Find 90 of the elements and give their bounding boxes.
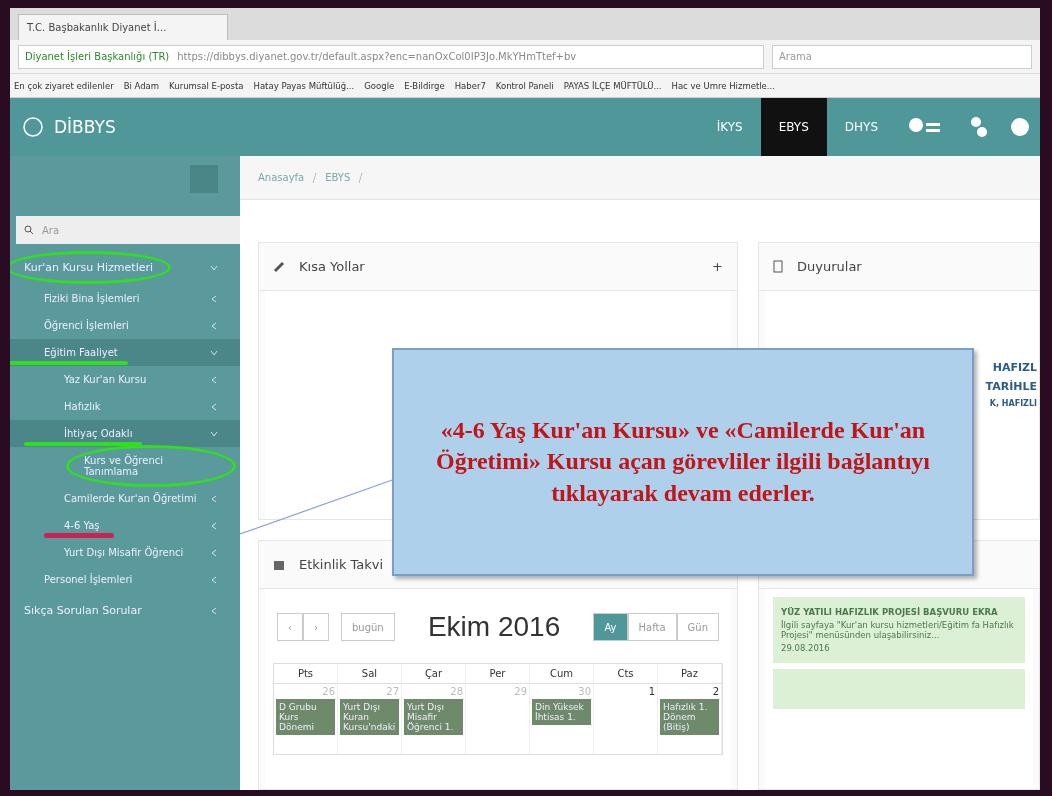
chevron-icon — [210, 429, 218, 438]
chevron-icon — [210, 402, 218, 411]
card-title: YÜZ YATILI HAFIZLIK PROJESİ BAŞVURU EKRA — [781, 607, 999, 617]
day-number: 29 — [514, 686, 527, 697]
sidebar-item[interactable]: Hafızlık — [10, 393, 240, 420]
breadcrumb-link[interactable]: EBYS — [325, 172, 351, 183]
announcement-text: TARİHLE — [985, 380, 1037, 393]
callout-text: «4-6 Yaş Kur'an Kursu» ve «Camilerde Kur'an Öğretimi» Kursu açan görevliler ilgili bağlantıyı tıklayarak devam ederler. — [435, 416, 931, 508]
sidebar-item[interactable]: Sıkça Sorulan Sorular — [10, 593, 240, 628]
sidebar-item[interactable]: Kur'an Kursu Hizmetleri — [10, 250, 240, 285]
pen-underline — [44, 533, 114, 538]
separator-icon — [312, 172, 318, 183]
bookmark[interactable]: Hatay Payas Müftülüğ... — [253, 80, 355, 91]
card-text: İlgili sayfaya "Kur'an kursu hizmetleri/Eğitim fa Hafızlık Projesi" menüsünden ulaşabilirsiniz... — [781, 620, 1015, 640]
weekday-header: Çar — [402, 664, 466, 684]
view-tab[interactable]: Hafta — [627, 613, 677, 641]
calendar-event[interactable]: Yurt Dışı Kuran Kursu'ndaki — [340, 699, 399, 735]
nav-tab[interactable]: DHYS — [826, 98, 896, 156]
day-number: 2 — [712, 686, 719, 697]
bookmark[interactable]: PAYAS İLÇE MÜFTÜLÜ... — [563, 80, 662, 91]
today-button[interactable]: bugün — [341, 613, 395, 641]
sidebar-item[interactable]: Eğitim Faaliyet — [10, 339, 240, 366]
next-button[interactable]: › — [303, 613, 329, 641]
bookmark[interactable]: Hac ve Umre Hizmetle... — [671, 80, 775, 91]
panel-title: Etkinlik Takvi — [299, 557, 384, 572]
sidebar-item[interactable]: Camilerde Kur'an Öğretimi — [10, 485, 240, 512]
panel-title: Duyurular — [797, 259, 862, 274]
chevron-icon — [210, 321, 218, 330]
bookmark[interactable]: E-Bildirge — [404, 80, 445, 91]
chevron-icon — [210, 263, 218, 272]
weekday-header: Paz — [658, 664, 722, 684]
calendar-event[interactable]: Yurt Dışı Misafir Öğrenci 1. — [404, 699, 463, 735]
calendar-event[interactable]: D Grubu Kurs Dönemi — [276, 699, 335, 735]
address-bar[interactable]: Diyanet İşleri Başkanlığı (TR) https://dibbys.diyanet.gov.tr/default.aspx?enc=nanOxCol0IP3Jo.MkYHmTtef+bv — [18, 44, 764, 69]
bookmark[interactable]: Kurumsal E-posta — [169, 80, 244, 91]
search-icon — [24, 225, 34, 235]
bookmark[interactable]: Kontrol Paneli — [495, 80, 554, 91]
browser-tab[interactable]: T.C. Başbakanlık Diyanet İ... — [18, 14, 228, 40]
breadcrumb-link[interactable]: Anasayfa — [258, 172, 305, 183]
chevron-icon — [210, 606, 218, 615]
previous-button[interactable]: ‹ — [277, 613, 303, 641]
search-field[interactable]: Arama — [772, 44, 1032, 69]
chevron-icon — [210, 521, 218, 530]
calendar-month: Ekim 2016 — [427, 611, 561, 643]
url-text: https://dibbys.diyanet.gov.tr/default.aspx?enc=nanOxCol0IP3Jo.MkYHmTtef+bv — [177, 51, 577, 62]
bookmark[interactable]: Haber7 — [454, 80, 486, 91]
bookmark[interactable]: Bi Adam — [123, 80, 160, 91]
app-logo: DİBBYS — [54, 117, 116, 137]
day-number: 28 — [450, 686, 463, 697]
weekday-header: Cum — [530, 664, 594, 684]
day-number: 1 — [648, 686, 655, 697]
day-number: 26 — [322, 686, 335, 697]
card-date: 29.08.2016 — [781, 643, 831, 653]
weekday-header: Cts — [594, 664, 658, 684]
chevron-icon — [210, 294, 218, 303]
day-number: 30 — [578, 686, 591, 697]
bookmark[interactable]: Google — [364, 80, 395, 91]
nav-tab[interactable]: EBYS — [760, 98, 827, 156]
chevron-icon — [210, 375, 218, 384]
chevron-icon — [210, 548, 218, 557]
weekday-header: Per — [466, 664, 530, 684]
chevron-icon — [210, 494, 218, 503]
sidebar-item[interactable]: Öğrenci İşlemleri — [10, 312, 240, 339]
chevron-icon — [210, 348, 218, 357]
sidebar-item[interactable]: Kurs ve Öğrenci Tanımlama — [10, 447, 240, 485]
weekday-header: Sal — [338, 664, 402, 684]
sidebar-item[interactable]: Yurt Dışı Misafir Öğrenci — [10, 539, 240, 566]
logo-icon — [22, 116, 44, 138]
calendar-event[interactable]: Din Yüksek İhtisas 1. — [532, 699, 591, 725]
site-label: Diyanet İşleri Başkanlığı (TR) — [25, 51, 170, 62]
sidebar-item[interactable]: Personel İşlemleri — [10, 566, 240, 593]
sidebar-search[interactable]: Ara — [16, 216, 240, 244]
view-tab[interactable]: Gün — [676, 613, 719, 641]
sidebar-item[interactable]: İhtiyaç Odaklı — [10, 420, 240, 447]
separator-icon — [358, 172, 364, 183]
weekday-header: Pts — [274, 664, 338, 684]
calendar-event[interactable]: Hafızlık 1. Dönem (Bitiş) — [660, 699, 719, 735]
nav-tab[interactable]: İKYS — [698, 98, 761, 156]
bookmark[interactable]: En çok ziyaret edilenler — [14, 80, 114, 91]
chevron-icon — [210, 575, 218, 584]
panel-title: Kısa Yollar — [299, 259, 366, 274]
view-tab[interactable]: Ay — [593, 613, 628, 641]
announcement-text: K, HAFIZLI — [989, 399, 1037, 408]
clipboard-icon — [773, 260, 783, 273]
sidebar-item[interactable]: 4-6 Yaş — [10, 512, 240, 539]
sidebar-item[interactable]: Fiziki Bina İşlemleri — [10, 285, 240, 312]
announcement-text: HAFIZL — [992, 361, 1037, 374]
sidebar-item[interactable]: Yaz Kur'an Kursu — [10, 366, 240, 393]
add-button[interactable]: + — [712, 259, 723, 274]
day-number: 27 — [386, 686, 399, 697]
